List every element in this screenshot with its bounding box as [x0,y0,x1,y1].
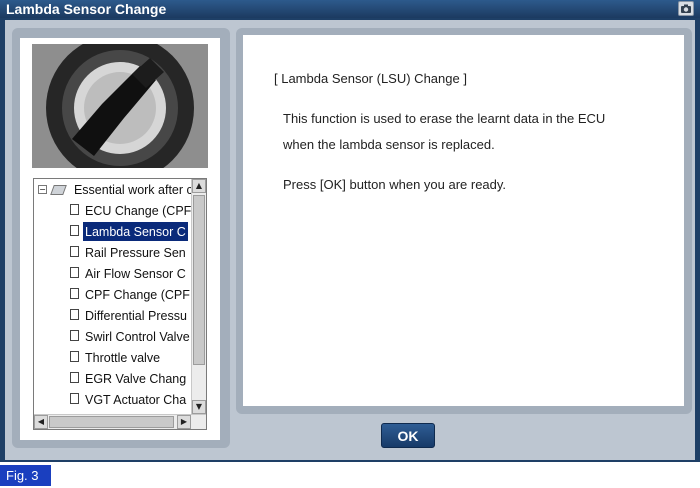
function-tree[interactable]: − Essential work after c ECU Change (CPF… [33,178,207,430]
tree-item-differential-pressure[interactable]: Differential Pressu [70,305,189,325]
tree-item-lambda-sensor[interactable]: Lambda Sensor C [70,221,188,241]
document-icon [70,372,79,384]
camera-icon[interactable] [678,1,694,16]
document-icon [70,267,79,279]
document-icon [70,204,79,216]
tree-item-label: CPF Change (CPF [85,287,190,302]
tree-vertical-scrollbar[interactable]: ▲ ▼ [191,179,206,415]
scroll-up-arrow-icon[interactable]: ▲ [192,179,206,193]
scroll-down-arrow-icon[interactable]: ▼ [192,400,206,414]
tree-item-vgt-actuator[interactable]: VGT Actuator Cha [70,389,188,409]
tree-horizontal-scrollbar[interactable]: ◀ ▶ [34,414,206,429]
title-bar: Lambda Sensor Change [0,0,700,18]
document-icon [70,309,79,321]
book-icon [50,184,68,195]
ok-button[interactable]: OK [381,423,435,448]
tree-item-throttle-valve[interactable]: Throttle valve [70,347,162,367]
tree-item-label: EGR Valve Chang [85,371,187,386]
ignition-key-image [32,44,208,168]
collapse-toggle-icon[interactable]: − [38,185,47,195]
figure-label: Fig. 3 [0,465,51,486]
tree-item-label: Differential Pressu [85,308,187,323]
tree-item-swirl-control-valve[interactable]: Swirl Control Valve [70,326,192,346]
tree-item-egr-valve[interactable]: EGR Valve Chang [70,368,188,388]
tree-item-label: Swirl Control Valve [85,329,190,344]
document-icon [70,393,79,405]
document-icon [70,330,79,342]
tree-item-label: Lambda Sensor C [83,221,188,241]
tree-item-label: Throttle valve [85,350,161,365]
tree-item-air-flow-sensor[interactable]: Air Flow Sensor C [70,263,188,283]
tree-item-label: VGT Actuator Cha [85,392,187,407]
message-line-3: Press [OK] button when you are ready. [283,177,507,192]
document-icon [70,246,79,258]
tree-root-item[interactable]: − Essential work after c [38,179,195,199]
tree-item-cpf-change[interactable]: CPF Change (CPF [70,284,192,304]
vertical-scroll-thumb[interactable] [193,195,205,365]
scroll-left-arrow-icon[interactable]: ◀ [34,415,48,429]
message-heading: [ Lambda Sensor (LSU) Change ] [274,71,467,86]
tree-item-rail-pressure[interactable]: Rail Pressure Sen [70,242,188,262]
document-icon [70,288,79,300]
tree-root-label: Essential work after c [73,182,193,197]
horizontal-scroll-thumb[interactable] [49,416,174,428]
tree-item-label: Air Flow Sensor C [85,266,186,281]
message-line-1: This function is used to erase the learn… [283,111,606,126]
scroll-right-arrow-icon[interactable]: ▶ [177,415,191,429]
tree-item-label: ECU Change (CPF [85,203,192,218]
tree-item-ecu-change[interactable]: ECU Change (CPF [70,200,193,220]
window-title: Lambda Sensor Change [6,1,167,17]
document-icon [70,351,79,363]
message-area: [ Lambda Sensor (LSU) Change ] This func… [243,35,684,406]
tree-item-label: Rail Pressure Sen [85,245,186,260]
document-icon [70,225,79,237]
message-line-2: when the lambda sensor is replaced. [283,137,495,152]
